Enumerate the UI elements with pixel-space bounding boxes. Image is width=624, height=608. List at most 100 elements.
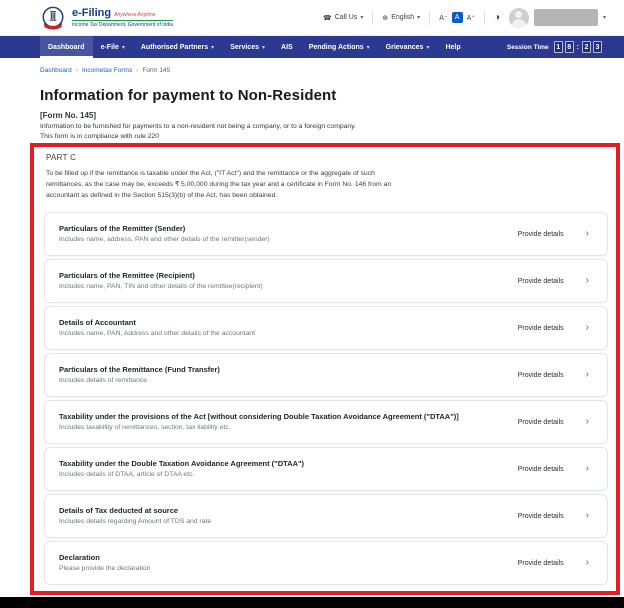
- card-declaration[interactable]: Declaration Please provide the declaratio…: [44, 541, 608, 585]
- provide-details-link[interactable]: Provide details: [518, 466, 564, 473]
- card-subtitle: Includes details regarding Amount of TDS…: [59, 518, 502, 526]
- divider: [372, 11, 373, 25]
- nav-item-grievances[interactable]: Grievances▾: [378, 36, 438, 58]
- card-taxability-under-the-provisions-of-the-a[interactable]: Taxability under the provisions of the A…: [44, 400, 608, 444]
- provide-details-link[interactable]: Provide details: [518, 513, 564, 520]
- card-title: Details of Tax deducted at source: [59, 506, 502, 515]
- language-label: English: [391, 14, 414, 21]
- nav-item-help[interactable]: Help: [437, 36, 468, 58]
- chevron-down-icon: ▾: [417, 14, 420, 21]
- nav-item-pending-actions[interactable]: Pending Actions▾: [301, 36, 378, 58]
- chevron-right-icon: ›: [586, 229, 589, 239]
- card-details-of-accountant[interactable]: Details of AccountantIncludes name, PAN,…: [44, 306, 608, 350]
- bottom-black-bar: [0, 597, 624, 608]
- card-subtitle: Includes details of remittance: [59, 377, 502, 385]
- card-actions: Provide details ›: [518, 276, 593, 286]
- provide-details-link[interactable]: Provide details: [518, 278, 564, 285]
- font-default-button[interactable]: A: [452, 12, 463, 23]
- nav-item-ais[interactable]: AIS: [273, 36, 301, 58]
- nav-item-services[interactable]: Services▾: [222, 36, 273, 58]
- contrast-toggle-icon[interactable]: ◑: [494, 12, 500, 23]
- card-actions: Provide details ›: [518, 323, 593, 333]
- chevron-down-icon: ▾: [360, 14, 363, 21]
- provide-details-link[interactable]: Provide details: [518, 372, 564, 379]
- provide-details-link[interactable]: Provide details: [518, 231, 564, 238]
- nav-item-e-file[interactable]: e-File▾: [93, 36, 133, 58]
- card-text: Taxability under the provisions of the A…: [59, 412, 518, 432]
- provide-details-link[interactable]: Provide details: [518, 560, 564, 567]
- breadcrumb: Dashboard›Incometax Forms›Form 145: [40, 67, 584, 74]
- card-title: Particulars of the Remitter (Sender): [59, 224, 502, 233]
- chevron-right-icon: ›: [586, 276, 589, 286]
- brand-org-line: Income Tax Department, Government of Ind…: [72, 22, 173, 28]
- session-digit: 3: [593, 41, 602, 53]
- nav-item-label: Authorised Partners: [141, 44, 208, 51]
- chevron-down-icon: ▾: [262, 44, 265, 51]
- chevron-down-icon: ▾: [122, 44, 125, 51]
- card-actions: Provide details›: [518, 464, 593, 474]
- session-colon: :: [577, 44, 579, 51]
- card-title: Details of Accountant: [59, 318, 502, 327]
- provide-details-link[interactable]: Provide details: [518, 325, 564, 332]
- nav-items: Dashboarde-File▾Authorised Partners▾Serv…: [40, 36, 469, 58]
- chevron-down-icon: ▾: [211, 44, 214, 51]
- nav-item-label: Pending Actions: [309, 44, 364, 51]
- phone-icon: ☎: [323, 14, 332, 22]
- nav-item-label: Dashboard: [48, 44, 85, 51]
- card-subtitle: Includes name, PAN, TIN and other detail…: [59, 283, 502, 291]
- breadcrumb-separator: ›: [76, 67, 78, 74]
- breadcrumb-item-incometax-forms[interactable]: Incometax Forms: [82, 67, 132, 74]
- card-particulars-of-the-remittance-fund-trans[interactable]: Particulars of the Remittance (Fund Tran…: [44, 353, 608, 397]
- card-text: Particulars of the Remitter (Sender) Incl…: [59, 224, 518, 244]
- session-digit: 1: [554, 41, 563, 53]
- chevron-right-icon: ›: [586, 417, 589, 427]
- user-name-redacted: [534, 9, 598, 26]
- language-menu[interactable]: ⊕ English ▾: [382, 14, 420, 22]
- font-increase-button[interactable]: A⁺: [467, 14, 475, 22]
- brand: e-Filing Anywhere Anytime Income Tax Dep…: [40, 5, 173, 31]
- provide-details-link[interactable]: Provide details: [518, 419, 564, 426]
- nav-item-label: Grievances: [386, 44, 424, 51]
- globe-icon: ⊕: [382, 14, 388, 22]
- card-actions: Provide details ›: [518, 229, 593, 239]
- session-digit: 8: [565, 41, 574, 53]
- card-actions: Provide details ›: [518, 558, 593, 568]
- brand-tagline: Anywhere Anytime: [114, 12, 156, 18]
- nav-item-label: Services: [230, 44, 259, 51]
- nav-item-label: e-File: [101, 44, 119, 51]
- call-us-menu[interactable]: ☎ Call Us ▾: [323, 14, 363, 22]
- card-details-of-tax-deducted-at-source[interactable]: Details of Tax deducted at source Include…: [44, 494, 608, 538]
- nav-item-authorised-partners[interactable]: Authorised Partners▾: [133, 36, 222, 58]
- app-name: e-Filing: [72, 7, 111, 19]
- session-digit: 2: [582, 41, 591, 53]
- nav-item-dashboard[interactable]: Dashboard: [40, 36, 93, 58]
- chevron-right-icon: ›: [586, 323, 589, 333]
- brand-underline: [72, 20, 173, 22]
- chevron-down-icon: ▾: [367, 44, 370, 51]
- card-title: Declaration: [59, 553, 502, 562]
- page-title: Information for payment to Non-Resident: [40, 87, 584, 104]
- card-actions: Provide details ›: [518, 417, 593, 427]
- card-actions: Provide details›: [518, 370, 593, 380]
- card-text: Details of Tax deducted at source Include…: [59, 506, 518, 526]
- card-particulars-of-the-remittee-recipient[interactable]: Particulars of the Remittee (Recipient) I…: [44, 259, 608, 303]
- nav-item-label: Help: [445, 44, 460, 51]
- card-text: Particulars of the Remittance (Fund Tran…: [59, 365, 518, 385]
- card-subtitle: Please provide the declaration: [59, 565, 502, 573]
- user-menu[interactable]: ▾: [509, 8, 606, 28]
- call-us-label: Call Us: [335, 14, 358, 21]
- card-particulars-of-the-remitter-sender[interactable]: Particulars of the Remitter (Sender) Incl…: [44, 212, 608, 256]
- divider: [484, 11, 485, 25]
- card-subtitle: Includes name, address, PAN and other de…: [59, 236, 502, 244]
- card-taxability-under-the-double-taxation-avo[interactable]: Taxability under the Double Taxation Avo…: [44, 447, 608, 491]
- font-decrease-button[interactable]: A⁻: [439, 14, 447, 22]
- card-title: Particulars of the Remittance (Fund Tran…: [59, 365, 502, 374]
- divider: [429, 11, 430, 25]
- card-title: Particulars of the Remittee (Recipient): [59, 271, 502, 280]
- form-number: [Form No. 145]: [40, 111, 584, 120]
- chevron-right-icon: ›: [586, 558, 589, 568]
- form-description: Information to be furnished for payments…: [40, 123, 584, 130]
- breadcrumb-item-dashboard[interactable]: Dashboard: [40, 67, 72, 74]
- font-size-controls: A⁻ A A⁺: [439, 12, 475, 23]
- card-subtitle: Includes taxability of remittances, sect…: [59, 424, 502, 432]
